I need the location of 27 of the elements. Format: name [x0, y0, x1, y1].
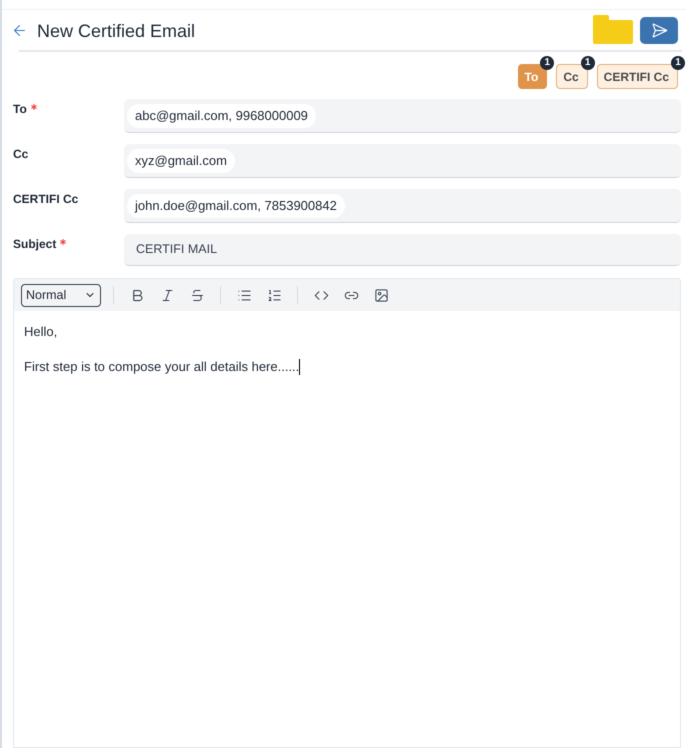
recipient-chip[interactable]: abc@gmail.com, 9968000009 — [127, 104, 316, 128]
field-label: To — [13, 101, 27, 117]
send-icon — [650, 22, 668, 38]
count-badge: 1 — [580, 56, 595, 70]
recipient-input[interactable]: john.doe@gmail.com, 7853900842 — [124, 189, 681, 223]
bullet-list-icon — [236, 288, 252, 302]
field-label: CERTIFI Cc — [13, 191, 78, 207]
subject-input[interactable]: CERTIFI MAIL — [124, 234, 681, 266]
count-badge: 1 — [540, 56, 554, 70]
page-title: New Certified Email — [37, 20, 196, 43]
format-select[interactable]: Normal — [21, 284, 101, 306]
image-icon — [374, 288, 388, 302]
count-badge: 1 — [671, 56, 685, 70]
recipient-chip[interactable]: xyz@gmail.com — [127, 148, 235, 172]
body-text: First step is to compose your all details here...... — [24, 358, 300, 375]
recipient-tab[interactable]: CERTIFI Cc — [596, 64, 678, 89]
strikethrough-icon — [190, 288, 204, 302]
send-button[interactable] — [640, 16, 678, 44]
numbered-list-icon — [266, 288, 282, 302]
recipient-input[interactable]: abc@gmail.com, 9968000009 — [124, 99, 681, 133]
recipient-input[interactable]: xyz@gmail.com — [124, 144, 681, 178]
field-label: Cc — [13, 146, 28, 162]
field-label: Subject — [13, 236, 56, 252]
body-text: Hello, — [24, 323, 58, 340]
italic-icon — [160, 288, 174, 302]
recipient-tab[interactable]: Cc — [556, 64, 588, 89]
recipient-chip[interactable]: john.doe@gmail.com, 7853900842 — [127, 194, 345, 218]
